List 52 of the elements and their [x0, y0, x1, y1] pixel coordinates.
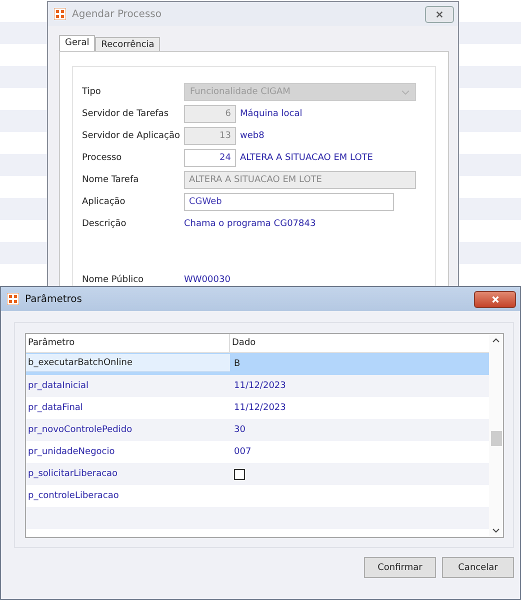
window-title: Parâmetros [25, 294, 83, 304]
table-cell: 11/12/2023 [234, 403, 286, 413]
field-label: Descrição [82, 219, 128, 229]
table-cell: 007 [234, 447, 252, 457]
table-cell: b_executarBatchOnline [28, 358, 132, 368]
window-title: Agendar Processo [72, 8, 162, 20]
table-row[interactable]: pr_dataInicial 11/12/2023 [26, 375, 489, 397]
field-description: ALTERA A SITUACAO EM LOTE [240, 153, 373, 163]
table-cell: pr_unidadeNegocio [28, 447, 115, 457]
table-row[interactable]: p_controleLiberacao [26, 485, 489, 507]
app-icon [7, 293, 19, 305]
table-cell: p_solicitarLiberacao [28, 469, 118, 479]
scroll-thumb[interactable] [491, 431, 502, 446]
field-label: Nome Público [82, 275, 145, 285]
table-cell: pr_dataInicial [28, 381, 89, 391]
dialog-button[interactable]: Confirmar [364, 557, 436, 578]
field-value: Chama o programa CG07843 [184, 219, 316, 229]
scroll-down-icon[interactable] [492, 528, 500, 533]
table-row[interactable]: pr_novoControlePedido 30 [26, 419, 489, 441]
scroll-up-icon[interactable] [492, 338, 500, 343]
table-cell: B [234, 359, 240, 369]
field-label: Aplicação [82, 197, 126, 207]
field-description: web8 [240, 131, 264, 141]
field-label: Servidor de Tarefas [82, 109, 170, 119]
checkbox[interactable] [234, 468, 245, 480]
scrollbar[interactable] [489, 334, 503, 537]
column-header: Dado [231, 337, 257, 350]
column-header: Parâmetro [26, 334, 230, 352]
dialog-button[interactable]: Cancelar [442, 557, 514, 578]
table-row[interactable]: pr_unidadeNegocio 007 [26, 441, 489, 463]
app-icon [54, 8, 66, 20]
table-row[interactable]: b_executarBatchOnline B [26, 353, 489, 375]
field-value: WW00030 [184, 275, 230, 285]
field-label: Tipo [82, 87, 102, 97]
table-cell: 30 [234, 425, 246, 435]
input-field[interactable]: 24 [184, 149, 236, 167]
table-cell: pr_dataFinal [28, 403, 83, 413]
field-label: Nome Tarefa [82, 175, 140, 185]
table-row[interactable]: pr_dataFinal 11/12/2023 [26, 397, 489, 419]
table-row[interactable]: p_solicitarLiberacao [26, 463, 489, 485]
table-cell: p_controleLiberacao [28, 491, 119, 501]
field-description: Máquina local [240, 109, 302, 119]
tab[interactable]: Recorrência [95, 37, 160, 51]
table-cell: pr_novoControlePedido [28, 425, 132, 435]
field-label: Servidor de Aplicação [82, 131, 181, 141]
input-field[interactable]: CGWeb [184, 193, 394, 211]
close-button[interactable] [425, 6, 454, 22]
close-button[interactable] [474, 290, 516, 308]
table-cell: 11/12/2023 [234, 381, 286, 391]
close-icon[interactable] [435, 10, 444, 18]
field-label: Processo [82, 153, 123, 163]
tab[interactable]: Geral [59, 35, 96, 51]
